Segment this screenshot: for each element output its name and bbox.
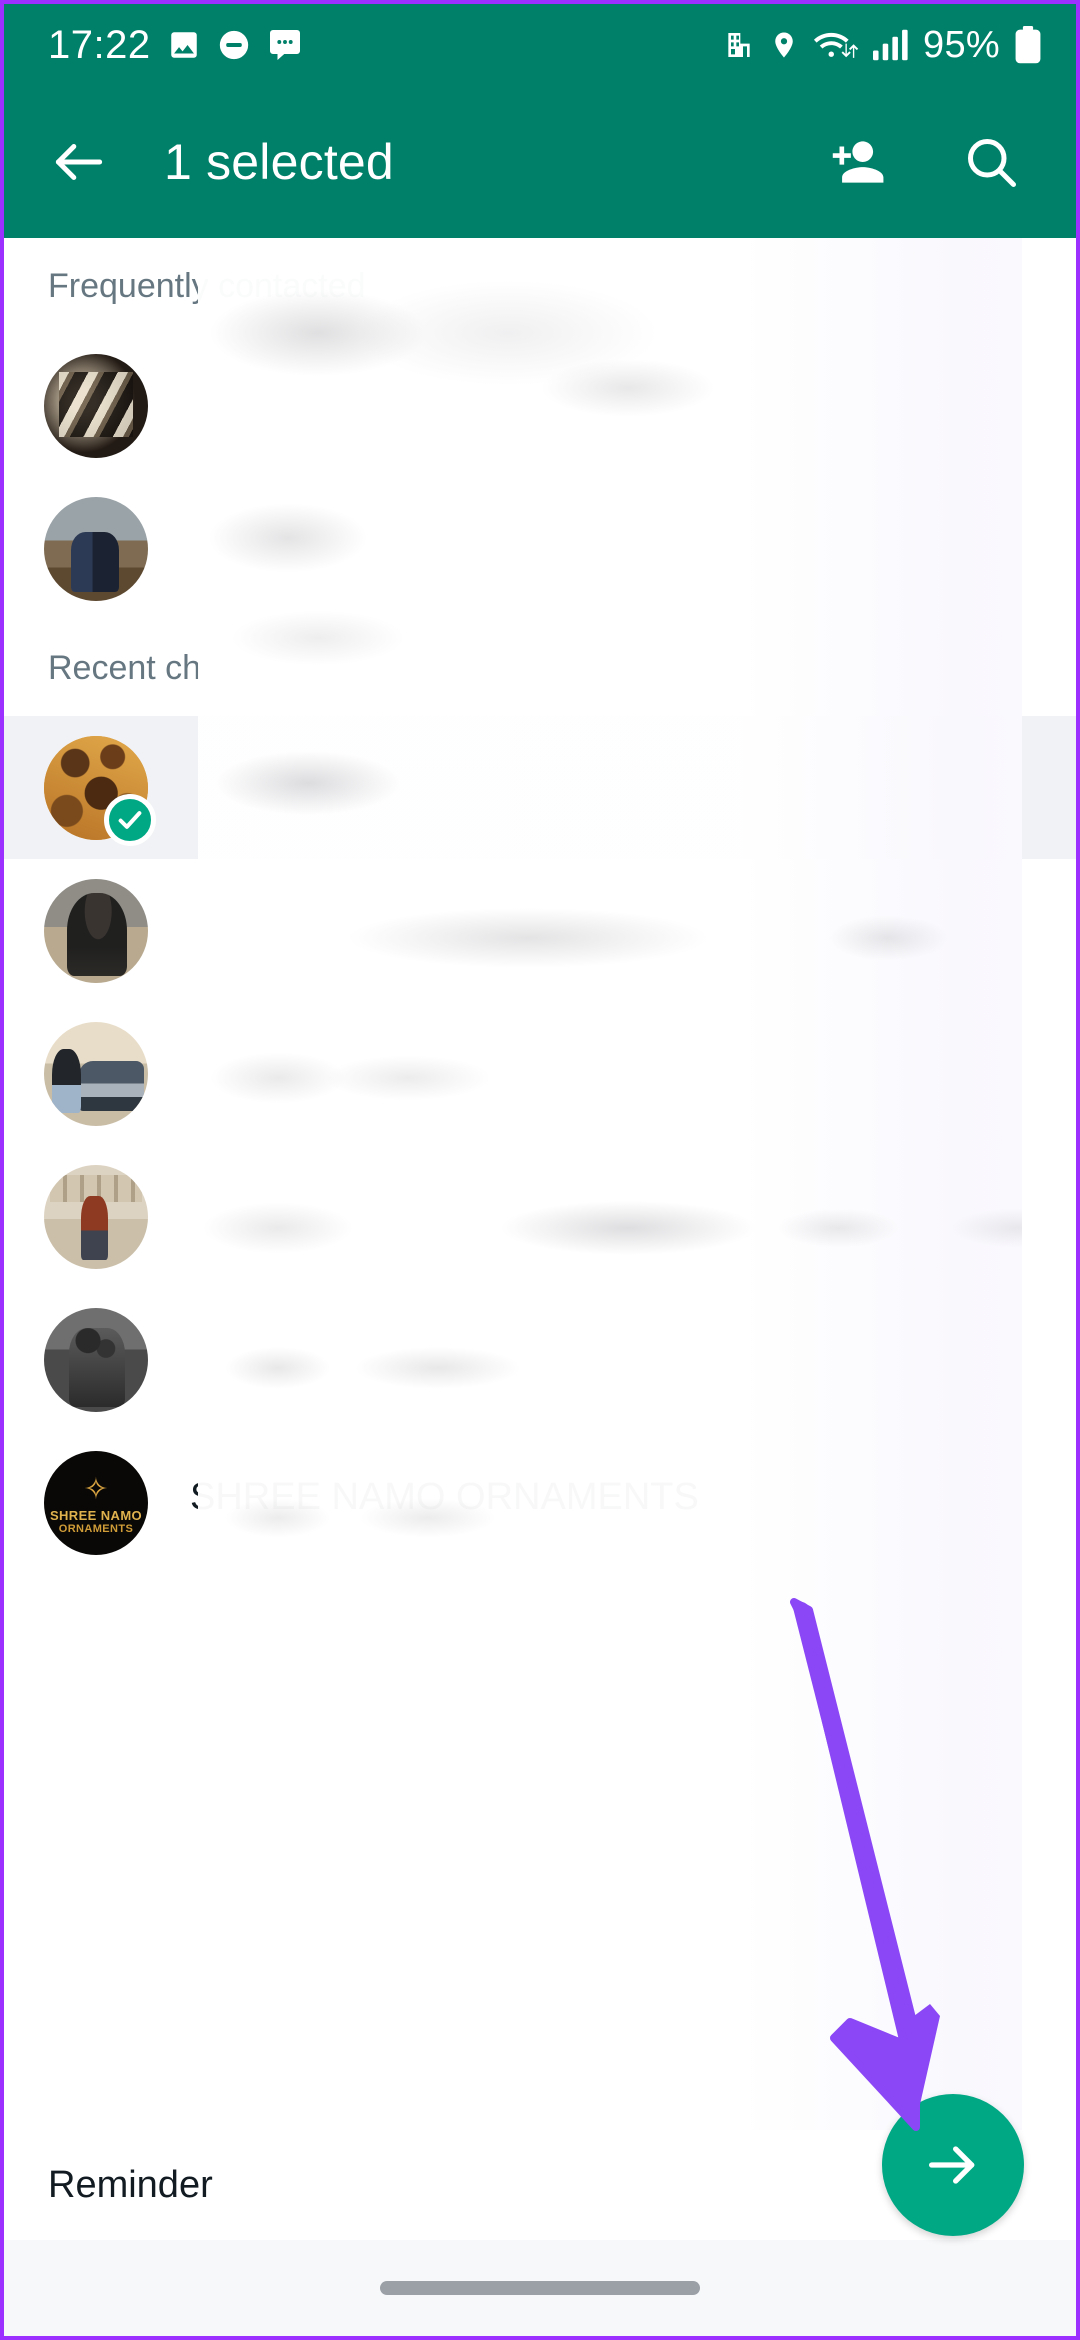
wifi-icon (813, 28, 859, 62)
section-header-frequently-contacted: Frequently contacted (4, 238, 1076, 334)
ornament-mark-icon: ✧ (83, 1472, 109, 1506)
add-person-icon[interactable] (812, 119, 898, 205)
avatar (44, 353, 148, 458)
list-item-texts: SHREE NAMO ORNAMENTS (190, 1476, 1076, 1529)
avatar (44, 496, 148, 601)
back-arrow-icon[interactable] (36, 119, 122, 205)
battery-icon (1014, 26, 1042, 64)
list-item-texts (190, 783, 1076, 793)
do-not-disturb-icon (217, 28, 251, 62)
list-item[interactable] (4, 477, 1076, 620)
status-bar-right: 95% (723, 24, 1042, 67)
chat-bubble-icon (267, 27, 303, 63)
photo-icon (167, 28, 201, 62)
logo-line-2: ORNAMENTS (58, 1522, 134, 1535)
avatar (44, 1307, 148, 1412)
avatar (44, 878, 148, 983)
battery-percent-label: 95% (923, 23, 1000, 66)
avatar: ✧ SHREE NAMO ORNAMENTS (44, 1450, 148, 1555)
contact-name: SHREE NAMO ORNAMENTS (190, 1476, 699, 1518)
list-item-texts (190, 1069, 1076, 1079)
building-icon (723, 29, 755, 61)
location-pin-icon (769, 29, 799, 61)
phone-screen: 17:22 95% 1 selected Frequently contacte… (0, 0, 1080, 2340)
contact-list[interactable]: Frequently contacted Recent ch ✧ SHREE N… (4, 238, 1076, 2130)
list-item[interactable] (4, 1288, 1076, 1431)
avatar (44, 735, 156, 846)
status-bar-left: 17:22 (48, 25, 303, 65)
list-item-texts (190, 1355, 1076, 1365)
list-item-selected[interactable] (4, 716, 1076, 859)
list-item-texts (190, 544, 1076, 554)
avatar (44, 1021, 148, 1126)
home-pill-handle[interactable] (380, 2281, 700, 2295)
list-item[interactable] (4, 1145, 1076, 1288)
list-item[interactable] (4, 1002, 1076, 1145)
search-icon[interactable] (948, 119, 1034, 205)
app-toolbar: 1 selected (4, 86, 1076, 238)
list-item-texts (190, 926, 1076, 936)
business-logo-avatar: ✧ SHREE NAMO ORNAMENTS (44, 1450, 148, 1555)
avatar (44, 1164, 148, 1269)
status-bar: 17:22 95% (4, 4, 1076, 86)
send-forward-button[interactable] (882, 2094, 1024, 2236)
check-icon (104, 793, 156, 846)
logo-line-1: SHREE NAMO (49, 1507, 143, 1523)
reminder-label: Reminder (48, 2163, 213, 2206)
list-item[interactable] (4, 334, 1076, 477)
status-clock: 17:22 (48, 23, 151, 67)
section-header-recent-chats: Recent ch (4, 620, 212, 716)
list-item-texts (190, 401, 1076, 411)
system-navigation-bar (4, 2240, 1076, 2336)
list-item[interactable]: ✧ SHREE NAMO ORNAMENTS SHREE NAMO ORNAME… (4, 1431, 1076, 1574)
list-item[interactable] (4, 859, 1076, 1002)
page-title: 1 selected (164, 134, 394, 190)
signal-bars-icon (873, 29, 909, 61)
list-item-texts (190, 1212, 1076, 1222)
